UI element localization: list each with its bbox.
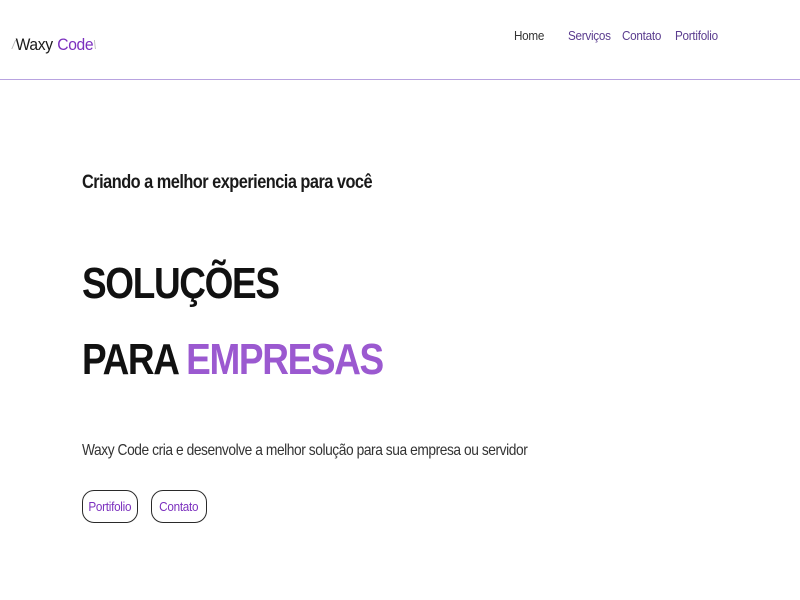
hero-headline-line2: PARA EMPRESAS [82, 335, 384, 384]
portifolio-button-label: Portifolio [88, 499, 132, 514]
nav-link-home[interactable]: Home [514, 28, 544, 43]
nav-link-servicos[interactable]: Serviços [568, 28, 611, 43]
main-nav: Home Serviços Contato Portifolio [0, 28, 800, 48]
hero-headline-accent: EMPRESAS [186, 335, 384, 384]
hero-tagline: Criando a melhor experiencia para você [82, 172, 373, 193]
portifolio-button[interactable]: Portifolio [82, 490, 138, 523]
hero-headline-line1: SOLUÇÕES [82, 259, 280, 308]
hero-description: Waxy Code cria e desenvolve a melhor sol… [82, 442, 528, 459]
hero-headline-prefix: PARA [82, 335, 187, 384]
contato-button-label: Contato [159, 499, 199, 514]
site-header: / Waxy Code \ Home Serviços Contato Port… [0, 0, 800, 80]
page: / Waxy Code \ Home Serviços Contato Port… [0, 0, 800, 600]
nav-link-portifolio[interactable]: Portifolio [675, 28, 718, 43]
nav-link-contato[interactable]: Contato [622, 28, 661, 43]
contato-button[interactable]: Contato [151, 490, 207, 523]
